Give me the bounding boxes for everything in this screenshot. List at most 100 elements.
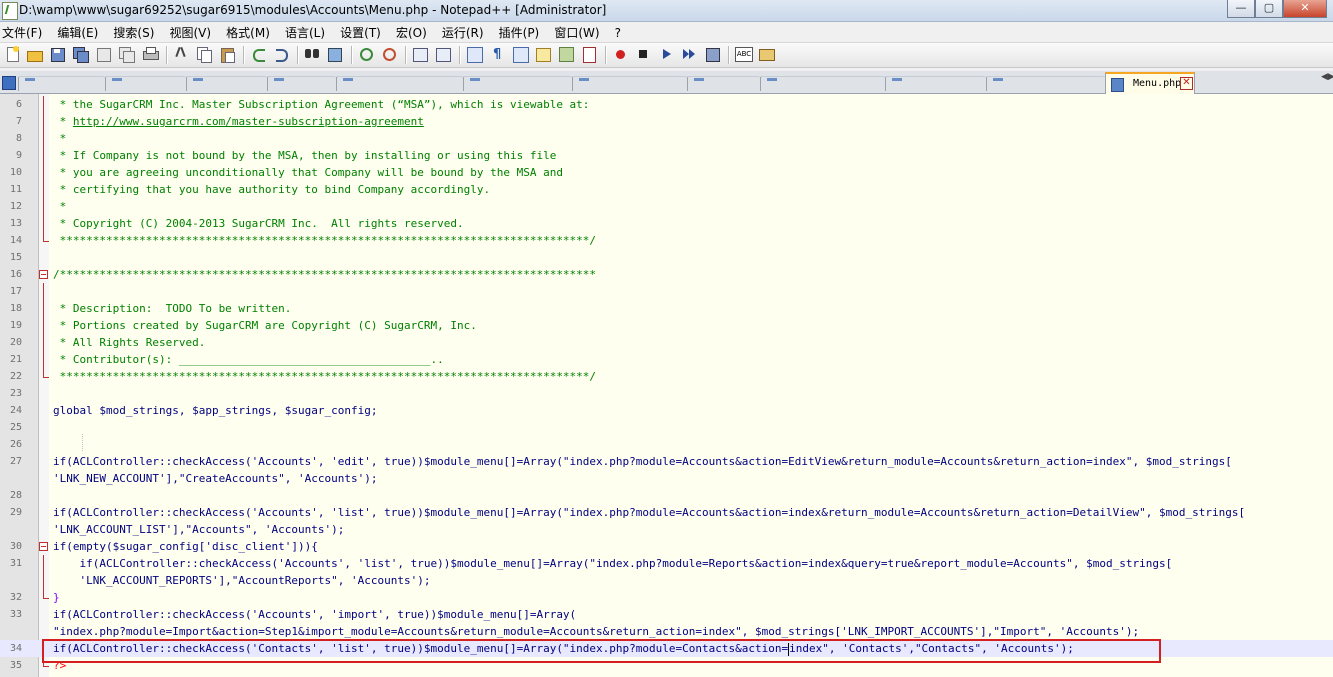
tab-label: Menu.php	[1133, 78, 1182, 89]
menu-format[interactable]: 格式(M)	[226, 22, 270, 43]
close-file-icon[interactable]	[95, 46, 112, 63]
tab-hidden-8[interactable]	[687, 76, 760, 91]
code-line: 25	[9, 422, 22, 433]
code-line: 17	[0, 283, 1333, 300]
close-button[interactable]: ✕	[1283, 0, 1327, 18]
zoom-out-icon[interactable]	[381, 46, 398, 63]
maximize-button[interactable]: ▢	[1255, 0, 1283, 18]
menu-plugins[interactable]: 插件(P)	[499, 22, 540, 43]
code-line: 21 * Contributor(s): ___________________…	[9, 351, 444, 368]
tab-scroll-arrows[interactable]: ◀▶	[1321, 73, 1333, 91]
menu-search[interactable]: 搜索(S)	[113, 22, 154, 43]
menu-language[interactable]: 语言(L)	[285, 22, 325, 43]
code-line: 19 * Portions created by SugarCRM are Co…	[9, 317, 477, 334]
user-language-icon[interactable]	[535, 46, 552, 63]
indent-guide-icon[interactable]	[512, 46, 529, 63]
print-icon[interactable]	[142, 46, 159, 63]
menu-bar: 文件(F) 编辑(E) 搜索(S) 视图(V) 格式(M) 语言(L) 设置(T…	[0, 22, 1333, 41]
minimize-button[interactable]: —	[1227, 0, 1255, 18]
code-line: 33 if(ACLController::checkAccess('Account…	[9, 608, 577, 621]
title-bar: D:\wamp\www\sugar69252\sugar6915\modules…	[0, 0, 1333, 22]
license-link[interactable]: http://www.sugarcrm.com/master-subscript…	[73, 115, 424, 128]
tab-hidden-5[interactable]	[336, 76, 463, 91]
menu-settings[interactable]: 设置(T)	[340, 22, 381, 43]
tab-hidden-1[interactable]	[18, 76, 105, 91]
code-line: 10 * you are agreeing unconditionally th…	[9, 164, 563, 181]
tab-hidden-7[interactable]	[572, 76, 687, 91]
paste-icon[interactable]	[219, 46, 236, 63]
tab-list-icon[interactable]	[2, 76, 16, 90]
code-line: 7 * http://www.sugarcrm.com/master-subsc…	[15, 113, 424, 130]
code-line: 27 if(ACLController::checkAccess('Account…	[9, 455, 1232, 468]
code-line: 23	[9, 388, 22, 399]
close-all-icon[interactable]	[118, 46, 135, 63]
tab-close-icon[interactable]: ✕	[1180, 77, 1193, 90]
tab-menu-php[interactable]: Menu.php ✕	[1105, 72, 1195, 95]
menu-view[interactable]: 视图(V)	[170, 22, 212, 43]
zoom-in-icon[interactable]	[358, 46, 375, 63]
tab-hidden-4[interactable]	[267, 76, 336, 91]
code-line: 29 if(ACLController::checkAccess('Account…	[9, 506, 1246, 519]
code-line: 15	[9, 252, 22, 263]
code-line: 12 *	[9, 198, 67, 215]
sync-vertical-icon[interactable]	[412, 46, 429, 63]
code-line-wrapped: 'LNK_NEW_ACCOUNT'],"CreateAccounts", 'Ac…	[53, 472, 378, 485]
spell-options-icon[interactable]	[758, 46, 775, 63]
code-line: 24 global $mod_strings, $app_strings, $su…	[9, 404, 378, 417]
code-line: 18 * Description: TODO To be written.	[9, 300, 292, 317]
highlight-box	[42, 639, 1161, 663]
tab-hidden-11[interactable]	[986, 76, 1105, 91]
fold-toggle[interactable]	[39, 542, 48, 551]
spell-check-icon[interactable]: ABC	[735, 46, 753, 63]
doc-map-icon[interactable]	[558, 46, 575, 63]
menu-file[interactable]: 文件(F)	[2, 22, 42, 43]
function-list-icon[interactable]	[581, 46, 598, 63]
tab-hidden-10[interactable]	[885, 76, 986, 91]
play-macro-multiple-icon[interactable]	[681, 46, 698, 63]
menu-run[interactable]: 运行(R)	[442, 22, 484, 43]
save-icon[interactable]	[49, 46, 66, 63]
menu-help[interactable]: ?	[615, 24, 621, 42]
code-line: 8 *	[15, 130, 67, 147]
code-line: 16/*************************************…	[9, 268, 597, 281]
code-line: 11 * certifying that you have authority …	[9, 181, 491, 198]
code-line: 28	[9, 490, 22, 501]
tab-hidden-9[interactable]	[760, 76, 885, 91]
open-file-icon[interactable]	[26, 46, 43, 63]
file-icon	[1111, 78, 1124, 92]
stop-macro-icon[interactable]	[635, 46, 652, 63]
find-icon[interactable]	[304, 46, 321, 63]
undo-icon[interactable]	[250, 46, 267, 63]
code-line: 6 * the SugarCRM Inc. Master Subscriptio…	[15, 96, 590, 113]
code-line: 31 if(ACLController::checkAccess('Accoun…	[9, 555, 1173, 572]
show-all-chars-icon[interactable]: ¶	[489, 46, 506, 63]
menu-macro[interactable]: 宏(O)	[396, 22, 427, 43]
code-line: 32}	[9, 589, 60, 604]
code-line-wrapped: 'LNK_ACCOUNT_REPORTS'],"AccountReports",…	[0, 572, 1333, 589]
code-line: 20 * All Rights Reserved.	[9, 334, 206, 351]
code-editor[interactable]: 6 * the SugarCRM Inc. Master Subscriptio…	[0, 94, 1333, 677]
tab-hidden-2[interactable]	[105, 76, 186, 91]
menu-edit[interactable]: 编辑(E)	[57, 22, 98, 43]
toolbar: ¶ ABC	[0, 42, 1333, 68]
play-macro-icon[interactable]	[658, 46, 675, 63]
notepadpp-app-icon	[2, 2, 18, 20]
new-file-icon[interactable]	[4, 46, 21, 63]
replace-icon[interactable]	[327, 46, 344, 63]
tab-hidden-6[interactable]	[463, 76, 572, 91]
menu-window[interactable]: 窗口(W)	[554, 22, 599, 43]
sync-horizontal-icon[interactable]	[435, 46, 452, 63]
fold-toggle[interactable]	[39, 270, 48, 279]
code-line: 13 * Copyright (C) 2004-2013 SugarCRM In…	[9, 215, 464, 232]
copy-icon[interactable]	[196, 46, 213, 63]
code-line: 30 if(empty($sugar_config['disc_client'])…	[9, 540, 318, 553]
record-macro-icon[interactable]	[612, 46, 629, 63]
save-all-icon[interactable]	[72, 46, 89, 63]
word-wrap-icon[interactable]	[466, 46, 483, 63]
window-title: D:\wamp\www\sugar69252\sugar6915\modules…	[19, 3, 607, 17]
redo-icon[interactable]	[273, 46, 290, 63]
save-macro-icon[interactable]	[704, 46, 721, 63]
tab-hidden-3[interactable]	[186, 76, 267, 91]
cut-icon[interactable]	[173, 46, 190, 63]
code-line-wrapped: 'LNK_ACCOUNT_LIST'],"Accounts", 'Account…	[53, 523, 345, 536]
